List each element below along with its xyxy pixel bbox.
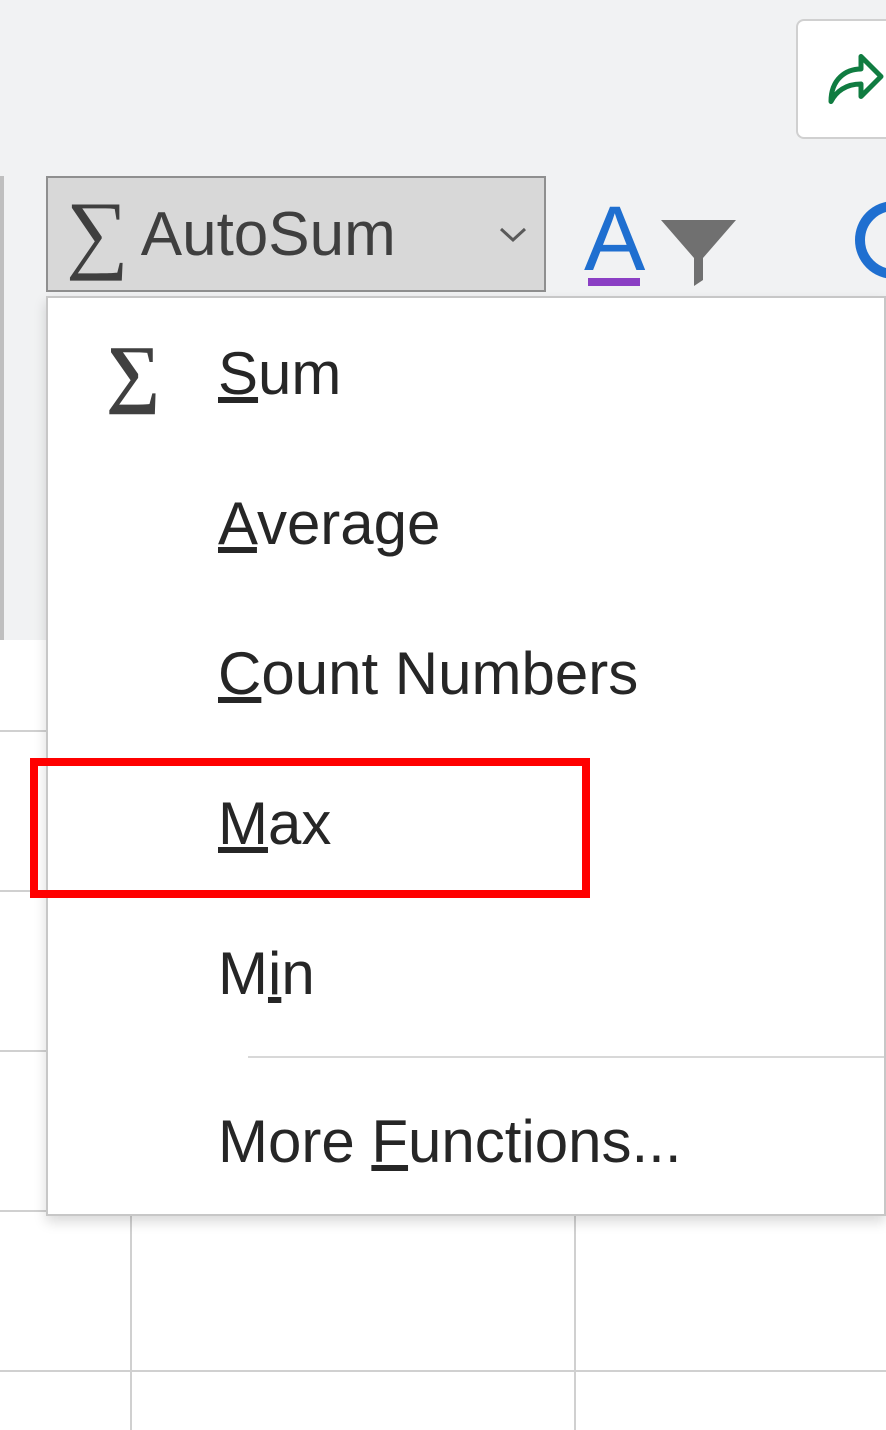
autosum-button[interactable]: ∑ AutoSum [46, 176, 546, 292]
share-icon [826, 49, 886, 109]
menu-item-sum[interactable]: ∑ Sum [48, 298, 884, 448]
sigma-icon: ∑ [66, 190, 129, 278]
sigma-icon: ∑ [48, 330, 218, 417]
menu-separator [248, 1056, 884, 1058]
sort-filter-icon: A [576, 190, 746, 290]
autosum-dropdown-menu: ∑ Sum Average Count Numbers Max Min More… [46, 296, 886, 1216]
menu-item-max[interactable]: Max [48, 748, 884, 898]
find-select-button[interactable] [846, 190, 886, 290]
search-icon [846, 190, 886, 290]
menu-item-label: Average [218, 489, 440, 558]
menu-item-label: More Functions... [218, 1107, 682, 1176]
menu-item-label: Count Numbers [218, 639, 638, 708]
menu-item-count-numbers[interactable]: Count Numbers [48, 598, 884, 748]
share-button[interactable] [796, 19, 886, 139]
menu-item-average[interactable]: Average [48, 448, 884, 598]
menu-item-label: Min [218, 939, 315, 1008]
chevron-down-icon[interactable] [496, 217, 530, 251]
menu-item-label: Sum [218, 339, 341, 408]
menu-item-more-functions[interactable]: More Functions... [48, 1066, 884, 1216]
sort-filter-button[interactable]: A [576, 190, 746, 290]
menu-item-min[interactable]: Min [48, 898, 884, 1048]
svg-text:A: A [584, 190, 646, 290]
autosum-label: AutoSum [141, 199, 496, 270]
menu-item-label: Max [218, 789, 331, 858]
